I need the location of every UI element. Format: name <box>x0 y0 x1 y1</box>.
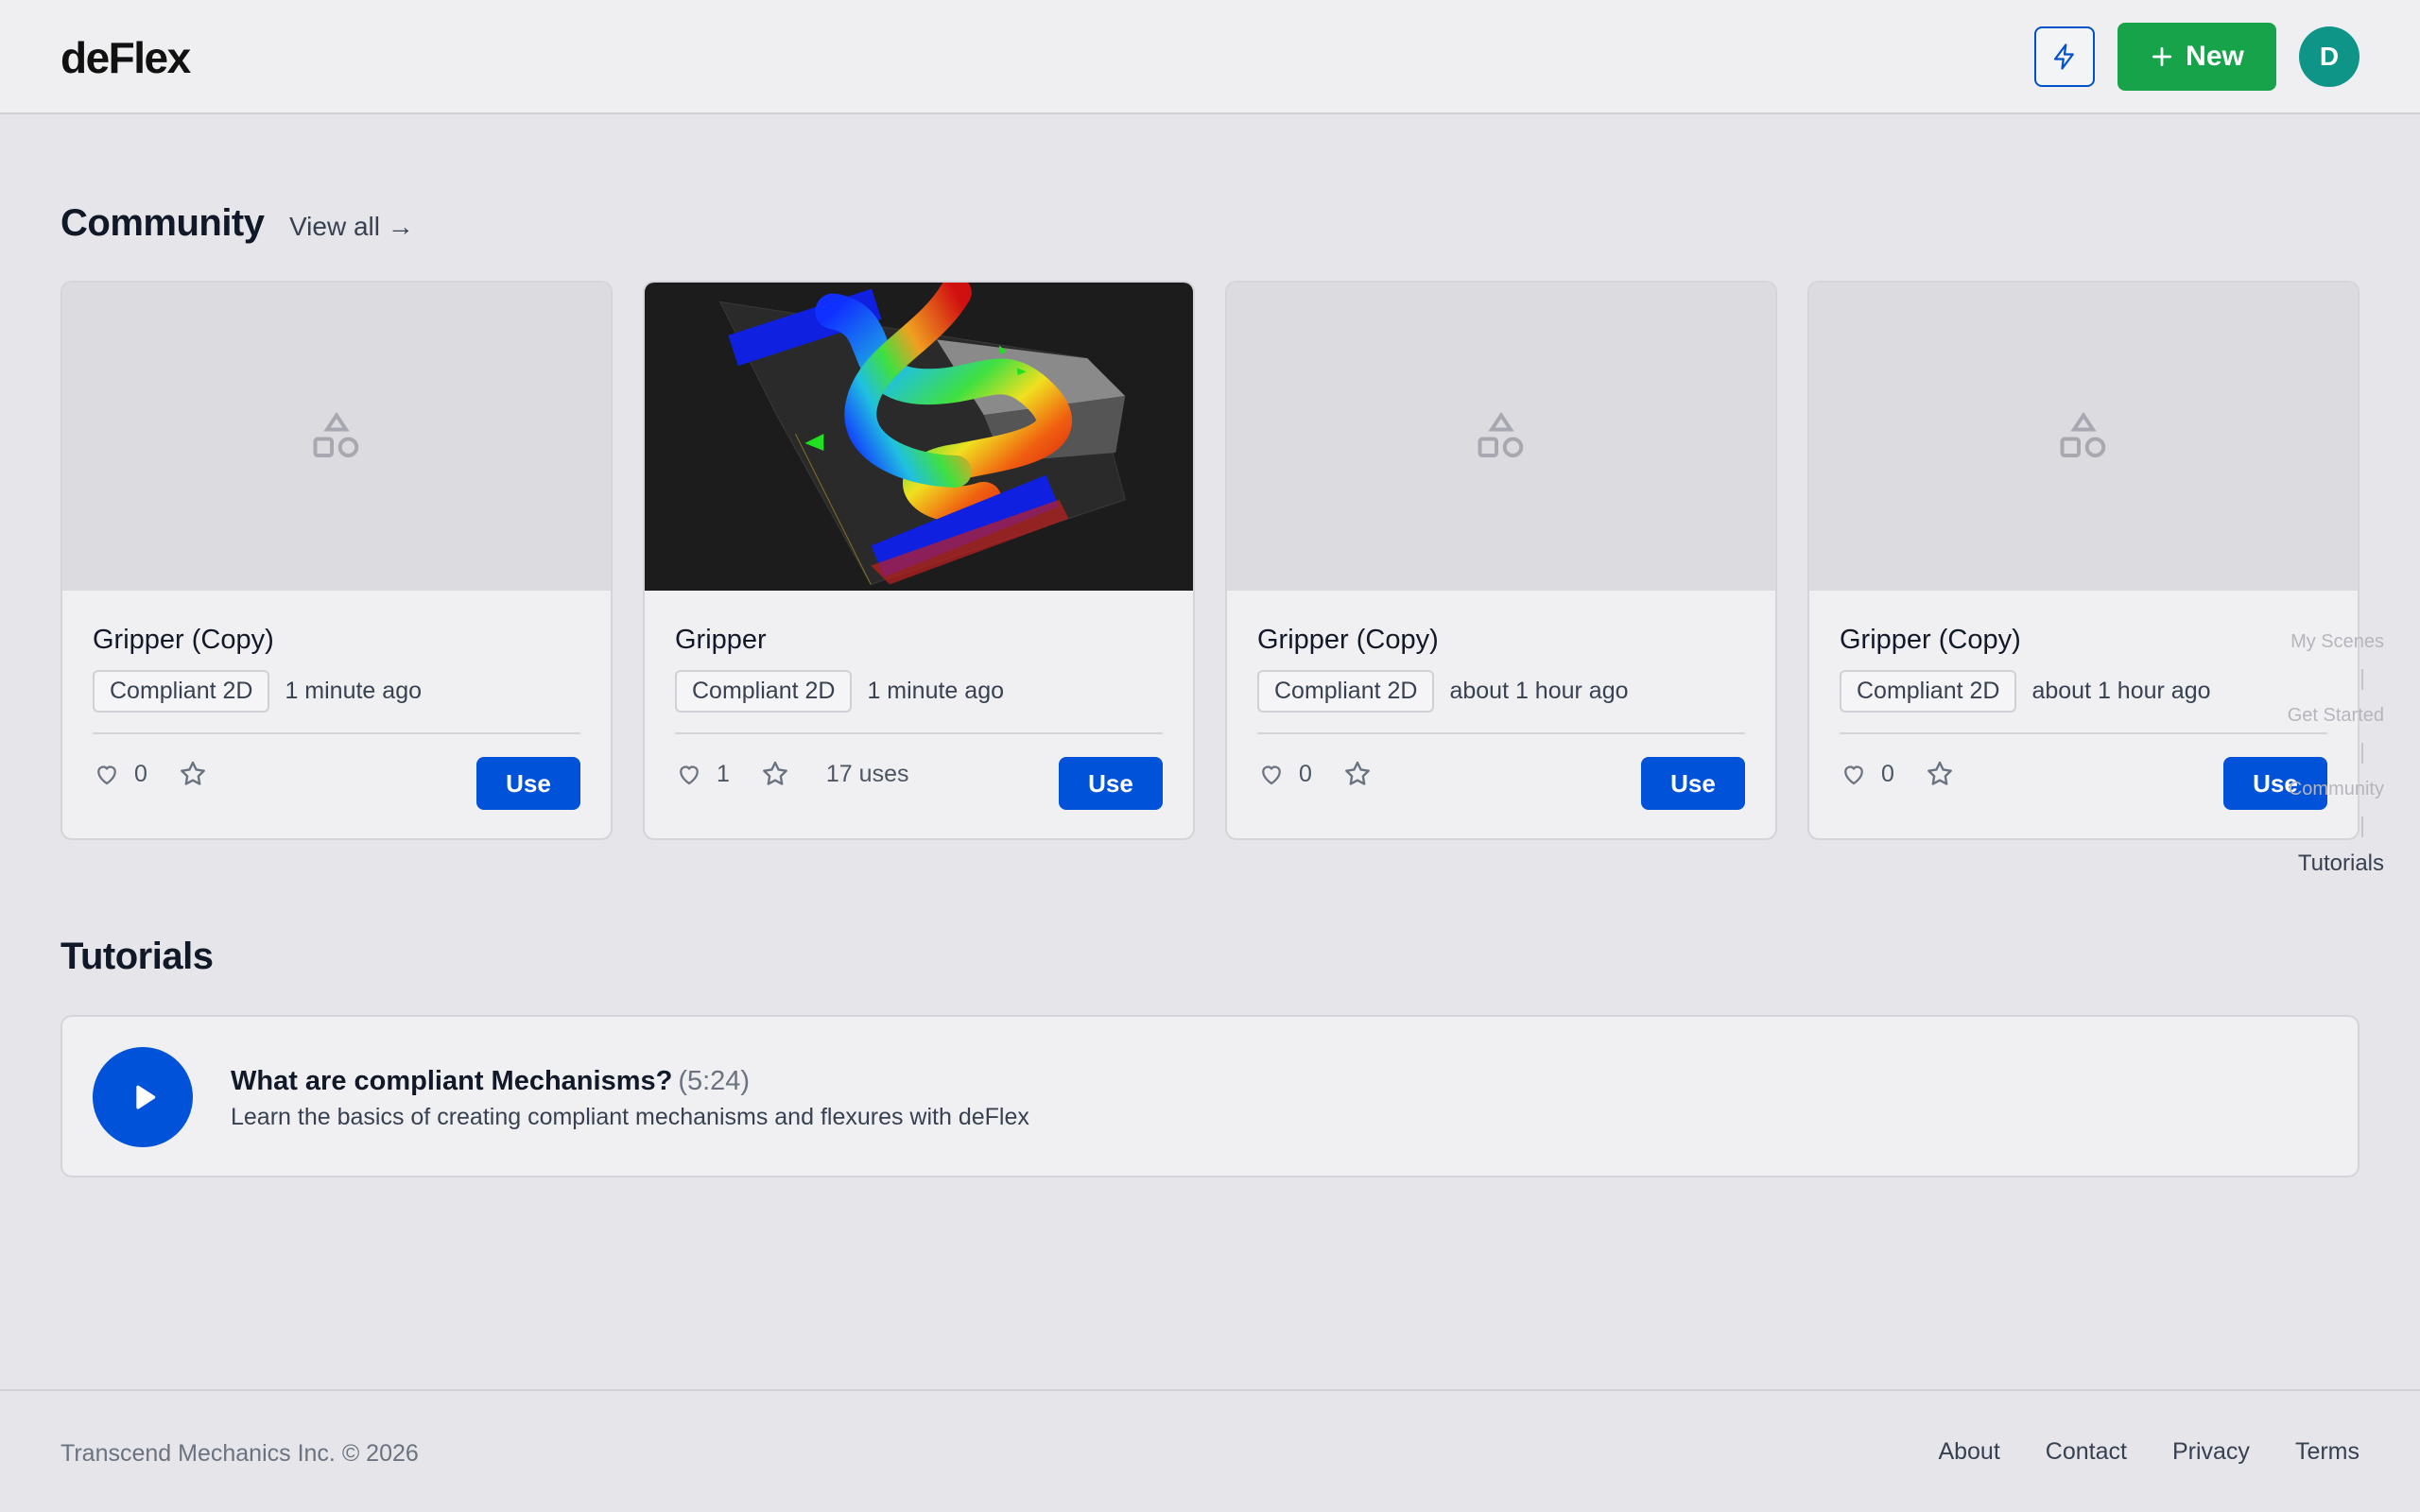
timestamp: 1 minute ago <box>867 678 1004 704</box>
timestamp: about 1 hour ago <box>1449 678 1629 704</box>
lightning-bolt-icon <box>2053 43 2074 70</box>
section-nav-community[interactable]: Community <box>2289 779 2384 800</box>
category-tag: Compliant 2D <box>1257 670 1435 713</box>
tutorial-title: What are compliant Mechanisms? (5:24) <box>231 1066 751 1096</box>
star-icon[interactable] <box>1342 759 1373 789</box>
card-thumbnail-render <box>645 283 1193 591</box>
heart-icon[interactable] <box>93 760 121 788</box>
quick-action-button[interactable] <box>2034 26 2095 87</box>
simulation-render-image <box>718 283 1126 586</box>
footer-link-about[interactable]: About <box>1938 1438 1999 1466</box>
like-count: 0 <box>134 760 147 787</box>
card-divider <box>1257 732 1745 734</box>
like-count: 0 <box>1881 760 1894 787</box>
card-thumbnail <box>1809 283 2358 591</box>
new-button-label: New <box>2186 41 2244 72</box>
scene-card[interactable]: Gripper (Copy) Compliant 2D about 1 hour… <box>1225 281 1777 840</box>
card-title: Gripper (Copy) <box>93 625 274 655</box>
heart-icon[interactable] <box>1257 760 1286 788</box>
use-button[interactable]: Use <box>476 757 580 810</box>
category-tag: Compliant 2D <box>93 670 270 713</box>
section-nav-my-scenes[interactable]: My Scenes <box>2290 631 2384 653</box>
card-divider <box>675 732 1163 734</box>
use-button[interactable]: Use <box>1059 757 1163 810</box>
nav-tick <box>2361 669 2363 690</box>
star-icon[interactable] <box>760 759 790 789</box>
category-tag: Compliant 2D <box>675 670 853 713</box>
section-nav-get-started[interactable]: Get Started <box>2288 705 2384 727</box>
like-count: 1 <box>717 760 730 787</box>
card-title: Gripper (Copy) <box>1257 625 1439 655</box>
user-avatar[interactable]: D <box>2299 26 2360 87</box>
card-title: Gripper <box>675 625 767 655</box>
tutorial-item[interactable]: What are compliant Mechanisms? (5:24) Lea… <box>60 1015 2360 1177</box>
shapes-placeholder-icon <box>2060 411 2106 457</box>
tutorial-description: Learn the basics of creating compliant m… <box>231 1104 1029 1130</box>
nav-tick <box>2361 816 2363 837</box>
category-tag: Compliant 2D <box>1840 670 2017 713</box>
app-logo[interactable]: deFlex <box>60 32 191 83</box>
use-count: 17 uses <box>825 760 909 787</box>
use-button[interactable]: Use <box>1641 757 1745 810</box>
footer-link-privacy[interactable]: Privacy <box>2172 1438 2250 1466</box>
shapes-placeholder-icon <box>313 411 359 457</box>
play-icon <box>136 1085 156 1109</box>
section-nav-tutorials[interactable]: Tutorials <box>2298 850 2384 877</box>
heart-icon[interactable] <box>1840 760 1868 788</box>
scene-card[interactable]: Gripper (Copy) Compliant 2D 1 minute ago… <box>60 281 613 840</box>
view-all-link[interactable]: View all → <box>289 212 414 242</box>
card-divider <box>93 732 580 734</box>
copyright-text: Transcend Mechanics Inc. © 2026 <box>60 1440 419 1467</box>
tutorial-duration: (5:24) <box>678 1066 751 1096</box>
star-icon[interactable] <box>1925 759 1955 789</box>
page-footer: Transcend Mechanics Inc. © 2026 About Co… <box>0 1389 2420 1512</box>
like-count: 0 <box>1299 760 1312 787</box>
star-icon[interactable] <box>178 759 208 789</box>
card-divider <box>1840 732 2327 734</box>
shapes-placeholder-icon <box>1478 411 1524 457</box>
play-button[interactable] <box>93 1047 193 1147</box>
scene-card[interactable]: Gripper (Copy) Compliant 2D about 1 hour… <box>1807 281 2360 840</box>
tutorials-heading: Tutorials <box>60 936 214 977</box>
nav-tick <box>2361 743 2363 764</box>
timestamp: 1 minute ago <box>285 678 422 704</box>
plus-icon <box>2152 46 2172 67</box>
card-thumbnail <box>62 283 611 591</box>
card-thumbnail <box>1227 283 1775 591</box>
new-scene-button[interactable]: New <box>2118 23 2276 91</box>
footer-link-terms[interactable]: Terms <box>2295 1438 2360 1466</box>
top-header: deFlex New D <box>0 0 2420 114</box>
footer-link-contact[interactable]: Contact <box>2046 1438 2127 1466</box>
card-title: Gripper (Copy) <box>1840 625 2021 655</box>
heart-icon[interactable] <box>675 760 703 788</box>
community-heading: Community <box>60 202 265 244</box>
scene-card[interactable]: Gripper Compliant 2D 1 minute ago 1 17 u… <box>643 281 1195 840</box>
timestamp: about 1 hour ago <box>2031 678 2211 704</box>
